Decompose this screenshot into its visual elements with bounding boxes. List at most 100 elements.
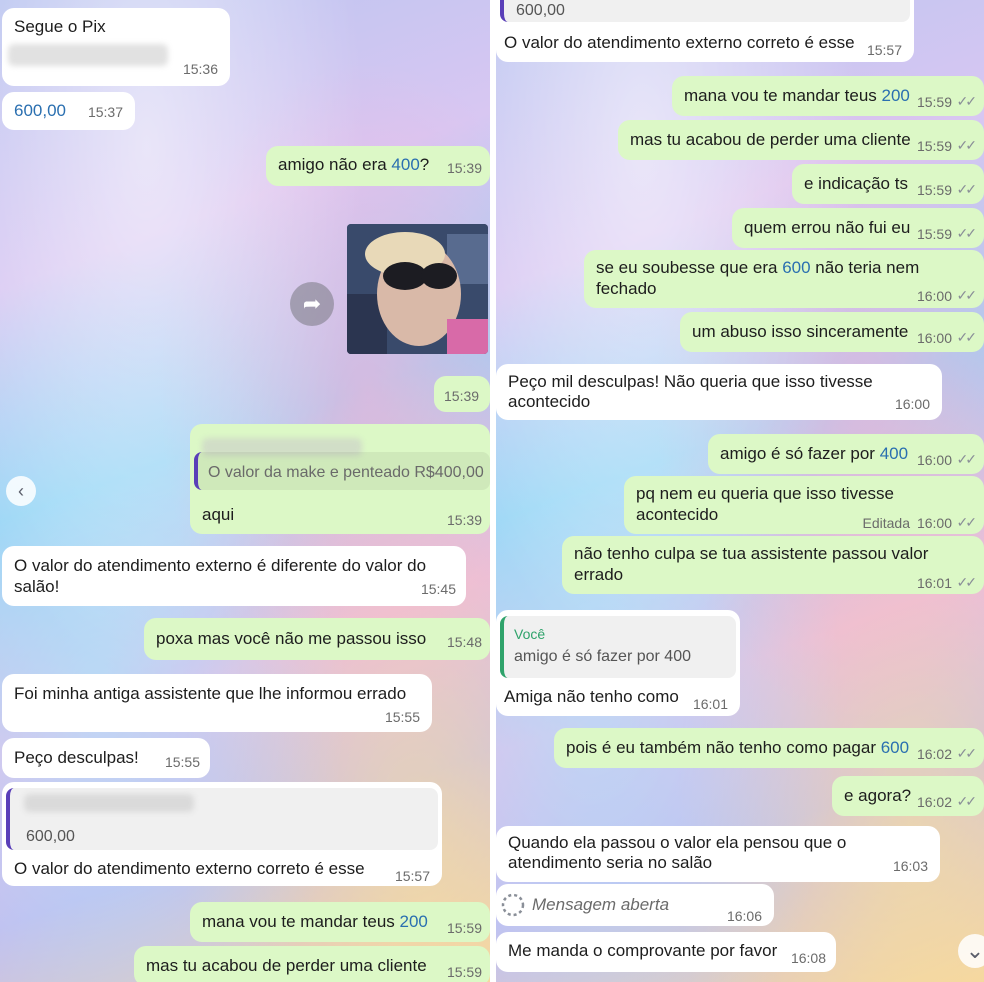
quoted-message[interactable]: O valor da make e penteado R$400,00 — [194, 452, 490, 490]
read-ticks-icon: ✓✓ — [956, 514, 978, 530]
back-arrow-icon[interactable]: ‹ — [6, 476, 36, 506]
quoted-text: amigo é só fazer por 400 — [514, 648, 691, 665]
message-time: 16:00 — [916, 515, 952, 531]
message-outgoing-reply[interactable]: O valor da make e penteado R$400,00 aqui… — [190, 424, 490, 534]
message-incoming[interactable]: 600,00 15:37 — [2, 92, 135, 130]
message-outgoing[interactable]: mas tu acabou de perder uma cliente 15:5… — [618, 120, 984, 160]
message-line: acontecido — [508, 392, 591, 411]
message-text: não tenho culpa se tua assistente passou… — [574, 544, 929, 584]
message-text: Mensagem aberta — [532, 895, 670, 914]
message-outgoing[interactable]: se eu soubesse que era 600 não teria nem… — [584, 250, 984, 308]
message-time: 16:00 — [916, 330, 952, 346]
message-time: 15:57 — [394, 868, 430, 884]
read-ticks-icon: ✓✓ — [956, 181, 978, 197]
message-time: 15:48 — [446, 634, 482, 650]
quoted-message[interactable]: 600,00 — [6, 788, 438, 850]
message-time: 16:01 — [916, 575, 952, 591]
message-text: e agora? — [844, 786, 912, 805]
message-time: 15:55 — [164, 754, 200, 770]
message-time: 15:59 — [916, 226, 952, 242]
message-outgoing[interactable]: mas tu acabou de perder uma cliente 15:5… — [134, 946, 490, 982]
message-number: 600 — [782, 258, 811, 277]
view-once-icon — [501, 893, 525, 917]
message-text: aqui — [202, 505, 235, 524]
message-incoming[interactable]: Peço desculpas! 15:55 — [2, 738, 210, 778]
message-line: atendimento seria no salão — [508, 853, 713, 872]
forward-icon[interactable]: ➦ — [290, 282, 334, 326]
message-outgoing[interactable]: amigo não era 400? 15:39 — [266, 146, 490, 186]
message-text: Me manda o comprovante por favor — [508, 941, 778, 960]
photo-content — [347, 224, 488, 354]
quoted-message[interactable]: Você amigo é só fazer por 400 — [500, 616, 736, 678]
message-incoming[interactable]: O valor do atendimento externo é diferen… — [2, 546, 466, 606]
message-incoming-reply[interactable]: 600,00 O valor do atendimento externo co… — [496, 0, 914, 62]
message-incoming-reply[interactable]: 600,00 O valor do atendimento externo co… — [2, 782, 442, 886]
message-outgoing[interactable]: pq nem eu queria que isso tivesse aconte… — [624, 476, 984, 534]
message-text: quem errou não fui eu — [744, 218, 911, 237]
read-ticks-icon: ✓✓ — [956, 93, 978, 109]
chat-panel-left: Segue o Pix 15:36 600,00 15:37 amigo não… — [0, 0, 490, 982]
message-incoming[interactable]: Foi minha antiga assistente que lhe info… — [2, 674, 432, 732]
message-view-once[interactable]: Mensagem aberta 16:06 — [496, 884, 774, 926]
message-time: 15:59 — [916, 182, 952, 198]
message-text: amigo é só fazer por — [720, 444, 880, 463]
redacted-sender — [24, 794, 194, 812]
message-outgoing[interactable]: amigo é só fazer por 400 16:00 ✓✓ — [708, 434, 984, 474]
message-incoming[interactable]: Segue o Pix 15:36 — [2, 8, 230, 86]
message-text: Amiga não tenho como — [504, 687, 679, 706]
quoted-author: Você — [514, 626, 546, 642]
message-time: 15:45 — [420, 581, 456, 597]
message-time: 15:59 — [916, 94, 952, 110]
message-incoming[interactable]: Quando ela passou o valor ela pensou que… — [496, 826, 940, 882]
message-number: 400 — [391, 155, 420, 174]
message-time: 16:00 — [916, 452, 952, 468]
read-ticks-icon: ✓✓ — [956, 574, 978, 590]
message-outgoing[interactable]: poxa mas você não me passou isso 15:48 — [144, 618, 490, 660]
scroll-down-icon[interactable]: ⌄ — [958, 934, 984, 968]
read-ticks-icon: ✓✓ — [956, 793, 978, 809]
message-text: mas tu acabou de perder uma cliente — [630, 130, 911, 149]
message-text: Foi minha antiga assistente que lhe info… — [14, 684, 407, 703]
message-outgoing[interactable]: não tenho culpa se tua assistente passou… — [562, 536, 984, 594]
message-time: 16:00 — [916, 288, 952, 304]
message-text: mana vou te mandar teus — [202, 912, 400, 931]
message-time: 16:02 — [916, 794, 952, 810]
message-time: 15:55 — [384, 709, 420, 725]
message-outgoing[interactable]: 15:39 — [434, 376, 490, 412]
shared-photo[interactable] — [347, 224, 488, 354]
message-text: mana vou te mandar teus — [684, 86, 882, 105]
message-text: um abuso isso sinceramente — [692, 322, 909, 341]
message-incoming[interactable]: Me manda o comprovante por favor 16:08 — [496, 932, 836, 972]
message-outgoing[interactable]: pois é eu também não tenho como pagar 60… — [554, 728, 984, 768]
redacted-pix-key — [8, 44, 168, 66]
message-time: 15:36 — [182, 61, 218, 77]
chat-panel-right: 600,00 O valor do atendimento externo co… — [496, 0, 984, 982]
message-time: 16:08 — [790, 950, 826, 966]
message-line: O valor do atendimento externo é diferen… — [14, 556, 427, 575]
message-outgoing[interactable]: e indicação ts 15:59 ✓✓ — [792, 164, 984, 204]
message-line: Quando ela passou o valor ela pensou que… — [508, 833, 847, 852]
edited-label: Editada — [862, 515, 910, 531]
message-time: 16:01 — [692, 696, 728, 712]
message-incoming-reply[interactable]: Você amigo é só fazer por 400 Amiga não … — [496, 610, 740, 716]
message-time: 15:39 — [446, 160, 482, 176]
message-outgoing[interactable]: mana vou te mandar teus 200 15:59 — [190, 902, 490, 942]
message-text: se eu soubesse que era — [596, 258, 783, 277]
message-text: Segue o Pix — [14, 17, 106, 36]
message-outgoing[interactable]: um abuso isso sinceramente 16:00 ✓✓ — [680, 312, 984, 352]
quoted-message[interactable]: 600,00 — [500, 0, 910, 22]
message-text: O valor do atendimento externo correto é… — [504, 33, 855, 52]
quoted-text: 600,00 — [516, 2, 565, 19]
message-outgoing[interactable]: quem errou não fui eu 15:59 ✓✓ — [732, 208, 984, 248]
message-text: poxa mas você não me passou isso — [156, 629, 427, 648]
read-ticks-icon: ✓✓ — [956, 287, 978, 303]
message-time: 15:39 — [446, 512, 482, 528]
message-outgoing[interactable]: e agora? 16:02 ✓✓ — [832, 776, 984, 816]
message-outgoing[interactable]: mana vou te mandar teus 200 15:59 ✓✓ — [672, 76, 984, 116]
message-incoming[interactable]: Peço mil desculpas! Não queria que isso … — [496, 364, 942, 420]
read-ticks-icon: ✓✓ — [956, 329, 978, 345]
message-line: salão! — [14, 577, 60, 596]
read-ticks-icon: ✓✓ — [956, 225, 978, 241]
message-time: 15:57 — [866, 42, 902, 58]
read-ticks-icon: ✓✓ — [956, 137, 978, 153]
